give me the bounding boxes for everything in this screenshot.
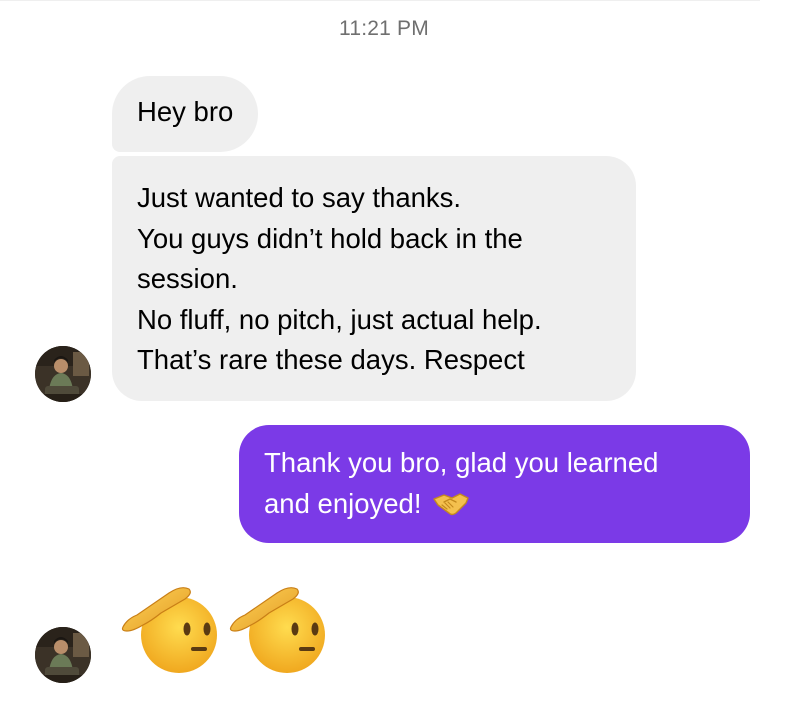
message-text: Thank you bro, glad you learned (264, 447, 659, 478)
sender-avatar[interactable] (35, 627, 91, 683)
outgoing-message-bubble[interactable]: Thank you bro, glad you learned and enjo… (239, 425, 750, 543)
sender-avatar[interactable] (35, 346, 91, 402)
avatar-photo-icon (35, 627, 91, 683)
message-text-line: and enjoyed! (264, 484, 732, 531)
message-timestamp: 11:21 PM (339, 17, 429, 40)
handshake-emoji-icon (432, 489, 470, 531)
avatar-photo-icon (35, 346, 91, 402)
incoming-message-bubble[interactable]: Hey bro (112, 76, 259, 152)
message-text: Hey bro (137, 96, 234, 127)
message-text: That’s rare these days. Respect (137, 344, 525, 375)
message-text: You guys didn’t hold back in the (137, 222, 523, 254)
saluting-face-emoji-icon[interactable] (229, 579, 325, 675)
message-text: session. (137, 263, 238, 294)
top-divider (0, 0, 760, 1)
message-text: and enjoyed! (264, 487, 422, 519)
message-text: Just wanted to say thanks. (137, 182, 462, 213)
incoming-message-bubble[interactable]: Just wanted to say thanks. You guys didn… (112, 156, 636, 401)
saluting-face-emoji-icon[interactable] (121, 579, 217, 675)
message-text: No fluff, no pitch, just actual help. (137, 303, 542, 335)
